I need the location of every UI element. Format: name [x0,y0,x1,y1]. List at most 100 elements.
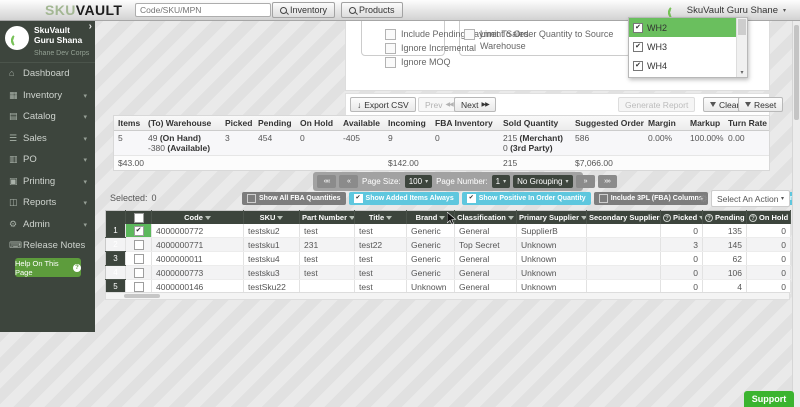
sidebar-user-panel[interactable]: SkuVault Guru Shana Shane Dev Corps › [0,20,95,63]
sidebar-item-release-notes[interactable]: ⌨Release Notes [0,235,95,257]
page-vertical-scrollbar[interactable] [792,20,800,407]
row-select-cell[interactable] [126,238,152,252]
products-search-button[interactable]: Products [341,2,403,18]
scrollbar-thumb[interactable] [738,19,746,35]
title-header[interactable]: Title [355,211,407,225]
user-menu[interactable]: SkuVault Guru Shane ▾ [667,3,786,17]
classification-header[interactable]: Classification [455,211,517,225]
include-3pl-columns-toggle[interactable]: Include 3PL (FBA) Columns [594,192,708,205]
grid-settings-gear-icon[interactable]: ⚙ [699,194,708,205]
picked-value: 3 [221,131,254,155]
filter-funnel-icon[interactable] [581,216,586,220]
row-select-cell[interactable]: ✔ [126,224,152,238]
code-header[interactable]: Code [152,211,244,225]
summary-header: FBA Inventory [431,116,499,130]
scroll-down-arrow-icon[interactable]: ▾ [737,69,747,77]
checkbox[interactable] [385,43,396,54]
scrollbar-thumb[interactable] [794,25,799,120]
next-page-button[interactable]: Next ▶▶ [454,97,496,112]
filter-funnel-icon[interactable] [277,216,283,220]
brand-cell: Generic [407,252,455,266]
help-on-this-page-button[interactable]: Help On This Page ? [15,258,81,277]
sidebar-item-sales[interactable]: ☰Sales ▾ [0,128,95,150]
last-page-button[interactable]: »» [598,175,617,188]
first-page-button[interactable]: «« [317,175,336,188]
primary-supplier-header[interactable]: Primary Supplier [517,211,587,225]
row-checkbox[interactable] [134,254,144,264]
sidebar-item-reports[interactable]: ◫Reports ▾ [0,192,95,214]
row-select-cell[interactable] [126,266,152,280]
search-input[interactable] [135,3,271,17]
filter-funnel-icon[interactable] [349,216,354,220]
checkbox-checked[interactable]: ✔ [633,23,643,33]
secondary-suppliers-header[interactable]: Secondary Suppliers [587,211,661,225]
scrollbar-thumb[interactable] [124,294,160,298]
sku-header[interactable]: SKU [244,211,300,225]
page-size-label: Page Size: [361,177,402,186]
export-csv-button[interactable]: ↓ Export CSV [350,97,416,112]
filter-funnel-icon[interactable] [508,216,514,220]
reset-filters-button[interactable]: Reset [738,97,783,112]
warehouse-option-wh2[interactable]: ✔ WH2 [629,18,736,37]
checkbox[interactable] [385,29,396,40]
filter-funnel-icon[interactable] [205,216,211,220]
warehouse-option-wh4[interactable]: ✔ WH4 [629,56,736,75]
code-cell: 4000000771 [152,238,244,252]
table-row[interactable]: 3 4000000011 testsku4 test test Generic … [106,252,791,266]
sidebar-item-inventory[interactable]: ▦Inventory ▾ [0,85,95,107]
row-checkbox[interactable] [134,268,144,278]
sidebar-item-dashboard[interactable]: ⌂Dashboard [0,63,95,85]
checkbox[interactable] [385,57,396,68]
checkbox-checked[interactable]: ✔ [633,61,643,71]
row-number: 4 [106,266,126,280]
picked-header[interactable]: ?Picked [661,211,703,225]
support-button[interactable]: Support [744,391,794,407]
pending-header[interactable]: ?Pending [703,211,747,225]
select-action-dropdown[interactable]: Select An Action ▾ [711,190,790,207]
previous-page-button[interactable]: « [339,175,358,188]
select-all-checkbox[interactable] [134,213,144,223]
show-all-fba-toggle[interactable]: Show All FBA Quantities [242,192,346,205]
page-number-dropdown[interactable]: 1▾ [492,175,510,188]
suggested-order-value: 586 [571,131,644,155]
sku-cell: testsku2 [244,224,300,238]
part-number-cell: 231 [300,238,355,252]
generate-report-button[interactable]: Generate Report [618,97,695,112]
filter-funnel-icon[interactable] [439,216,445,220]
sidebar-item-catalog[interactable]: ▤Catalog ▾ [0,106,95,128]
dropdown-scrollbar[interactable]: ▾ [736,18,747,77]
inventory-search-button[interactable]: Inventory [272,2,335,18]
select-all-header[interactable] [126,211,152,225]
filter-funnel-icon[interactable] [386,216,392,220]
show-added-items-toggle[interactable]: ✔Show Added Items Always [349,192,459,205]
code-cell: 4000000773 [152,266,244,280]
row-checkbox[interactable] [134,240,144,250]
grouping-dropdown[interactable]: No Grouping▾ [513,175,572,188]
checkbox[interactable] [464,29,475,40]
chevron-down-icon: ▾ [83,193,87,215]
skuvault-logo-icon [667,3,682,17]
sidebar-item-po[interactable]: ▥PO ▾ [0,149,95,171]
warehouse-option-wh3[interactable]: ✔ WH3 [629,37,736,56]
help-button-label: Help On This Page [15,259,70,277]
help-icon: ? [73,264,81,272]
sidebar-expand-chevron-icon[interactable]: › [89,21,92,32]
part-number-header[interactable]: Part Number [300,211,355,225]
table-row[interactable]: 4 4000000773 testsku3 test test Generic … [106,266,791,280]
sidebar-item-admin[interactable]: ⚙Admin ▾ [0,214,95,236]
page-size-dropdown[interactable]: 100▾ [405,175,432,188]
selected-count: Selected: 0 [110,193,157,203]
sidebar-item-printing[interactable]: ▣Printing ▾ [0,171,95,193]
table-row[interactable]: 2 4000000771 testsku1 231 test22 Generic… [106,238,791,252]
on-hold-value: 0 [296,131,339,155]
next-page-button[interactable]: » [576,175,595,188]
show-positive-order-toggle[interactable]: ✔Show Positive In Order Quantity [462,192,591,205]
row-checkbox[interactable] [134,282,144,292]
on-hold-header[interactable]: ?On Hold [747,211,791,225]
row-checkbox-checked[interactable]: ✔ [134,226,144,236]
checkbox-checked[interactable]: ✔ [633,42,643,52]
summary-header: Picked [221,116,254,130]
grid-horizontal-scrollbar[interactable] [105,292,790,300]
row-select-cell[interactable] [126,252,152,266]
page-number-label: Page Number: [435,177,489,186]
